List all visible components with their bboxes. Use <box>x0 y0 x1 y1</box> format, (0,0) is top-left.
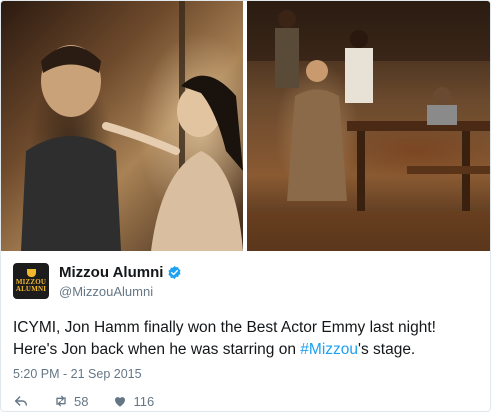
display-name-row: Mizzou Alumni <box>59 264 182 281</box>
avatar-text-line2: ALUMNI <box>15 285 47 293</box>
author-names: Mizzou Alumni @MizzouAlumni <box>59 264 182 299</box>
retweet-count: 58 <box>74 393 89 409</box>
photo-right-illustration <box>247 1 490 251</box>
reply-icon <box>14 396 28 406</box>
reply-button[interactable] <box>13 393 29 409</box>
tweet-author[interactable]: MIZZOU ALUMNI Mizzou Alumni @MizzouAlumn… <box>13 263 182 299</box>
hashtag-link[interactable]: #Mizzou <box>300 341 358 358</box>
photo-right[interactable] <box>247 1 490 251</box>
handle[interactable]: @MizzouAlumni <box>59 284 182 299</box>
retweet-button[interactable]: 58 <box>53 393 88 409</box>
photo-grid <box>1 1 490 251</box>
tweet-timestamp[interactable]: 5:20 PM - 21 Sep 2015 <box>13 367 142 381</box>
heart-icon <box>115 397 126 407</box>
like-count: 116 <box>133 393 155 409</box>
photo-left[interactable] <box>1 1 243 251</box>
tweet-text: ICYMI, Jon Hamm finally won the Best Act… <box>13 317 478 361</box>
display-name[interactable]: Mizzou Alumni <box>59 264 163 281</box>
tweet-text-after: 's stage. <box>358 341 416 358</box>
tweet-card: MIZZOU ALUMNI Mizzou Alumni @MizzouAlumn… <box>0 0 491 412</box>
mizzou-logo-icon <box>26 269 36 277</box>
avatar[interactable]: MIZZOU ALUMNI <box>13 263 49 299</box>
like-button[interactable]: 116 <box>112 393 154 409</box>
photo-left-illustration <box>21 1 243 251</box>
retweet-icon <box>56 395 66 407</box>
verified-badge-icon <box>168 265 181 279</box>
tweet-actions: 58 116 <box>13 393 154 409</box>
